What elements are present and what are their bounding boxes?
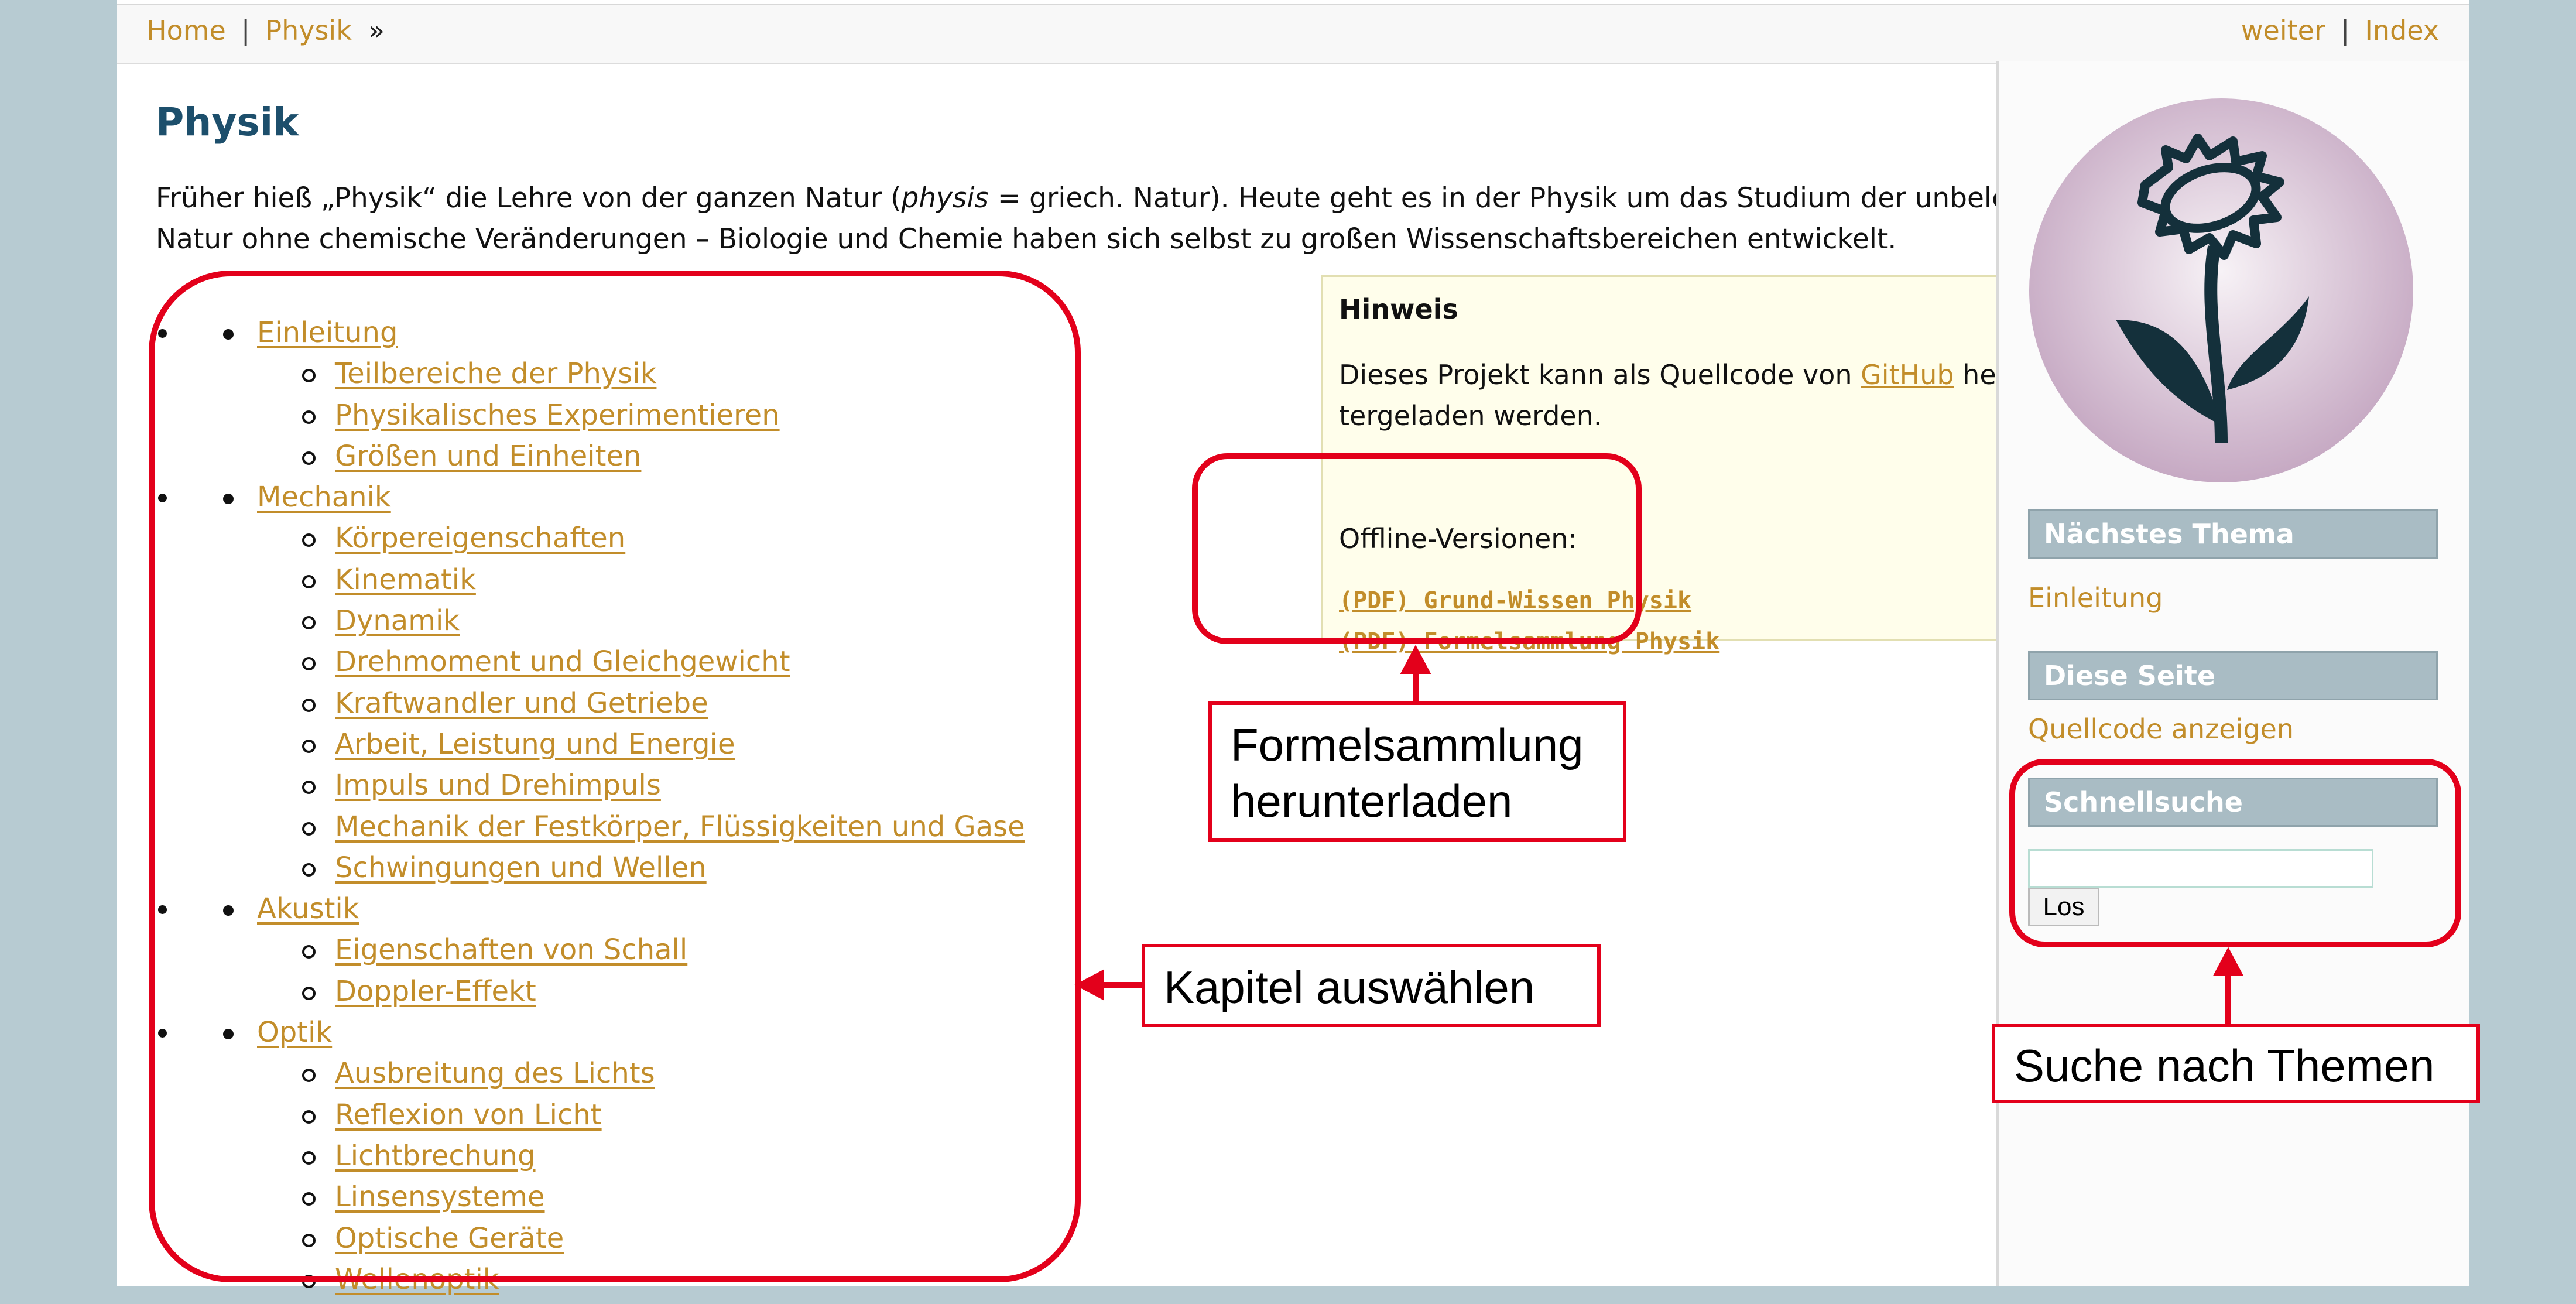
annotation-kapitel: Kapitel auswählen: [1142, 944, 1601, 1027]
offline-versions-highlight: [1192, 453, 1642, 644]
this-page-heading: Diese Seite: [2028, 651, 2438, 700]
hint-text: Dieses Projekt kann als Quellcode von Gi…: [1339, 354, 2053, 436]
breadcrumb-home-link[interactable]: Home: [146, 15, 226, 46]
page-title: Physik: [156, 100, 299, 145]
pager-separator: |: [2340, 15, 2350, 46]
annotation-formelsammlung-line2: herunterladen: [1231, 775, 1513, 827]
breadcrumb-raquo: »: [368, 15, 385, 46]
breadcrumb-separator: |: [241, 15, 251, 46]
show-source-link[interactable]: Quellcode anzeigen: [2028, 713, 2294, 745]
next-topic-link[interactable]: Einleitung: [2028, 582, 2163, 614]
index-link[interactable]: Index: [2365, 15, 2439, 46]
annotation-formelsammlung: Formelsammlung herunterladen: [1208, 701, 1626, 842]
intro-italic-term: physis: [901, 182, 989, 214]
annotation-suche: Suche nach Themen: [1992, 1024, 2480, 1103]
breadcrumb: Home | Physik »: [146, 15, 385, 46]
top-navigation-bar: Home | Physik » weiter | Index: [117, 4, 2469, 64]
pager-nav: weiter | Index: [2241, 15, 2439, 46]
github-link[interactable]: GitHub: [1861, 359, 1954, 391]
hint-text-start: Dieses Projekt kann als Quellcode von: [1339, 359, 1861, 391]
intro-paragraph: Früher hieß „Physik“ die Lehre von der g…: [156, 178, 2082, 260]
next-topic-heading: Nächstes Thema: [2028, 509, 2438, 559]
next-link[interactable]: weiter: [2241, 15, 2325, 46]
chapter-list-highlight: [149, 271, 1081, 1282]
breadcrumb-physik-link[interactable]: Physik: [265, 15, 352, 46]
intro-text-start: Früher hieß „Physik“ die Lehre von der g…: [156, 182, 902, 214]
sunflower-logo-icon: [2029, 98, 2413, 482]
annotation-formelsammlung-line1: Formelsammlung: [1231, 719, 1584, 771]
quick-search-highlight: [2009, 759, 2461, 947]
hint-title: Hinweis: [1339, 293, 1458, 325]
